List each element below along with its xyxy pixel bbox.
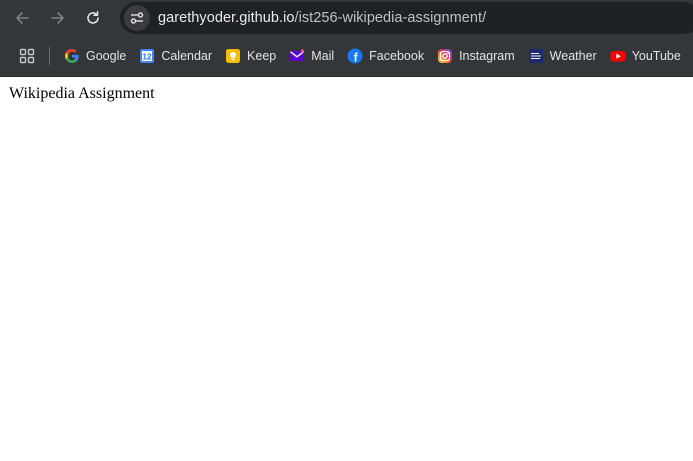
address-bar[interactable]: garethyoder.github.io/ist256-wikipedia-a… bbox=[120, 2, 693, 34]
site-info-button[interactable] bbox=[124, 5, 150, 31]
browser-toolbar: garethyoder.github.io/ist256-wikipedia-a… bbox=[0, 0, 693, 36]
calendar-icon-number: 12 bbox=[143, 53, 152, 62]
bookmark-label: Calendar bbox=[161, 49, 213, 63]
bookmark-weather[interactable]: Weather bbox=[520, 42, 602, 70]
bookmark-instagram[interactable]: Instagram bbox=[429, 42, 520, 70]
arrow-left-icon bbox=[16, 12, 29, 24]
reload-button[interactable] bbox=[77, 2, 109, 34]
bookmark-calendar[interactable]: 12 Calendar bbox=[131, 42, 217, 70]
facebook-icon: f bbox=[347, 48, 363, 64]
forward-button[interactable] bbox=[42, 2, 74, 34]
bookmark-label: YouTube bbox=[631, 49, 681, 63]
calendar-icon: 12 bbox=[139, 48, 155, 64]
bookmark-label: Keep bbox=[247, 49, 277, 63]
bookmark-label: Mail bbox=[311, 49, 335, 63]
bookmark-keep[interactable]: Keep bbox=[217, 42, 281, 70]
bookmark-youtube[interactable]: YouTube bbox=[602, 42, 686, 70]
arrow-right-icon bbox=[51, 12, 64, 24]
bookmark-google[interactable]: Google bbox=[56, 42, 131, 70]
bookmark-mail[interactable]: Mail bbox=[281, 42, 339, 70]
apps-grid-icon bbox=[19, 48, 35, 64]
bookmark-label: Weather bbox=[549, 49, 597, 63]
browser-chrome: garethyoder.github.io/ist256-wikipedia-a… bbox=[0, 0, 693, 77]
weather-icon bbox=[528, 48, 544, 64]
instagram-icon bbox=[437, 48, 453, 64]
back-button[interactable] bbox=[6, 2, 38, 34]
bookmark-label: Facebook bbox=[369, 49, 425, 63]
keep-icon bbox=[225, 48, 241, 64]
page-content: Wikipedia Assignment bbox=[0, 77, 693, 461]
bookmarks-bar: Google 12 Calendar Keep Mail f Facebook … bbox=[0, 36, 693, 77]
url-path: /ist256-wikipedia-assignment/ bbox=[294, 10, 487, 26]
tune-icon bbox=[130, 12, 144, 24]
mail-icon bbox=[289, 48, 305, 64]
url-text: garethyoder.github.io/ist256-wikipedia-a… bbox=[158, 10, 486, 26]
reload-icon bbox=[87, 11, 99, 24]
bookmark-label: Google bbox=[86, 49, 127, 63]
google-icon bbox=[64, 48, 80, 64]
apps-button[interactable] bbox=[13, 42, 41, 70]
bookmark-label: Instagram bbox=[459, 49, 515, 63]
bookmark-facebook[interactable]: f Facebook bbox=[339, 42, 429, 70]
bookmarks-separator bbox=[49, 47, 50, 65]
url-host: garethyoder.github.io bbox=[158, 10, 295, 26]
page-heading-text: Wikipedia Assignment bbox=[9, 85, 155, 102]
youtube-icon bbox=[610, 48, 626, 64]
